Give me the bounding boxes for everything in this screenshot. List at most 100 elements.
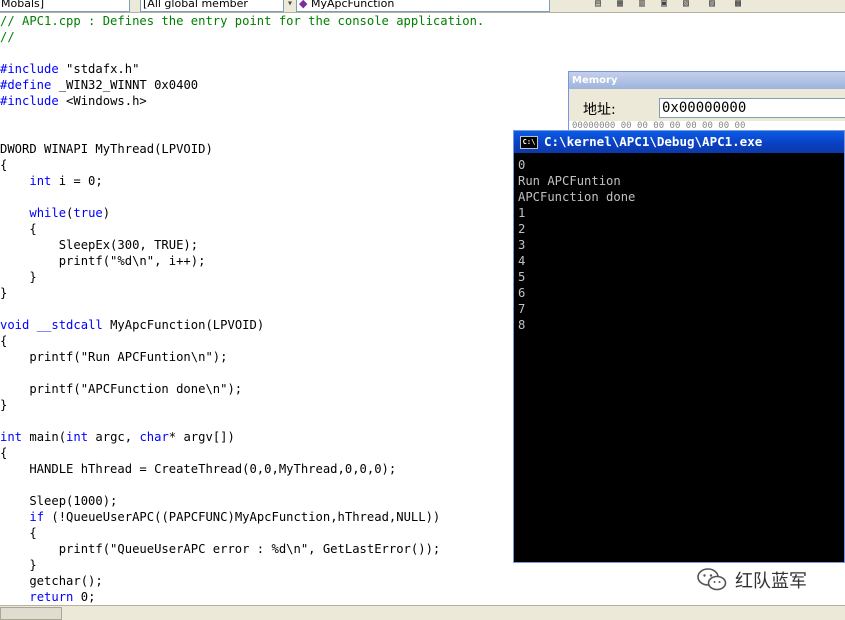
- horizontal-scrollbar[interactable]: [0, 607, 62, 620]
- code-line: while(true): [0, 205, 484, 221]
- code-line: #include "stdafx.h": [0, 61, 484, 77]
- source-code: // APC1.cpp : Defines the entry point fo…: [0, 13, 484, 605]
- code-line: DWORD WINAPI MyThread(LPVOID): [0, 141, 484, 157]
- memory-window-title: Memory: [569, 72, 845, 89]
- code-text: {: [0, 222, 37, 236]
- code-line: {: [0, 525, 484, 541]
- code-keyword: while: [29, 206, 67, 220]
- memory-window[interactable]: Memory 地址: 0x00000000 00000000 00 00 00 …: [568, 71, 845, 133]
- code-keyword: return: [29, 590, 74, 604]
- code-line: // APC1.cpp : Defines the entry point fo…: [0, 13, 484, 29]
- code-line: //: [0, 29, 484, 45]
- console-title: C:\kernel\APC1\Debug\APC1.exe: [544, 134, 763, 149]
- code-text: {: [0, 446, 8, 460]
- watch-icon[interactable]: ▦: [612, 0, 628, 10]
- code-text: HANDLE hThread = CreateThread(0,0,MyThre…: [0, 462, 397, 476]
- memory-icon[interactable]: ▧: [678, 0, 694, 10]
- code-text: {: [0, 334, 8, 348]
- code-line: HANDLE hThread = CreateThread(0,0,MyThre…: [0, 461, 484, 477]
- code-line: int main(int argc, char* argv[]): [0, 429, 484, 445]
- code-text: <Windows.h>: [58, 94, 147, 108]
- code-text: }: [0, 558, 37, 572]
- disassembly-icon[interactable]: ▩: [730, 0, 746, 10]
- code-keyword: char: [139, 430, 169, 444]
- code-text: printf("QueueUserAPC error : %d\n", GetL…: [0, 542, 441, 556]
- code-keyword: __stdcall: [36, 318, 103, 332]
- code-line: int i = 0;: [0, 173, 484, 189]
- code-line: printf("%d\n", i++);: [0, 253, 484, 269]
- console-output-line: 8: [518, 318, 526, 332]
- code-line: }: [0, 397, 484, 413]
- code-keyword: #include: [0, 62, 59, 76]
- code-text: _WIN32_WINNT 0x0400: [51, 78, 199, 92]
- ide-toolbar: Mobals] [All global member ▾ ◆ MyApcFunc…: [0, 0, 845, 13]
- watermark: 红队蓝军: [697, 567, 807, 593]
- console-output-line: 1: [518, 206, 526, 220]
- console-window[interactable]: C:\ C:\kernel\APC1\Debug\APC1.exe 0 Run A…: [513, 130, 845, 563]
- address-input[interactable]: 0x00000000: [659, 98, 845, 118]
- variables-icon[interactable]: ▥: [634, 0, 650, 10]
- wechat-logo-icon: [697, 568, 727, 591]
- code-keyword: void: [0, 318, 30, 332]
- console-output-line: 0: [518, 158, 526, 172]
- code-line: }: [0, 285, 484, 301]
- code-text: Sleep(1000);: [0, 494, 118, 508]
- code-line: void __stdcall MyApcFunction(LPVOID): [0, 317, 484, 333]
- code-line: SleepEx(300, TRUE);: [0, 237, 484, 253]
- code-text: main(: [22, 430, 67, 444]
- code-keyword: #include: [0, 94, 59, 108]
- console-output: 0 Run APCFuntion APCFunction done 1 2 3 4 5 6 7 8: [518, 157, 844, 562]
- console-output-line: 7: [518, 302, 526, 316]
- code-line: #include <Windows.h>: [0, 93, 484, 109]
- code-line: return 0;: [0, 589, 484, 605]
- code-keyword: int: [0, 430, 23, 444]
- class-combo[interactable]: Mobals]: [0, 0, 130, 12]
- console-output-line: 6: [518, 286, 526, 300]
- code-text: "stdafx.h": [58, 62, 140, 76]
- console-output-line: 4: [518, 254, 526, 268]
- console-title-bar[interactable]: C:\ C:\kernel\APC1\Debug\APC1.exe: [514, 131, 844, 153]
- code-text: printf("APCFunction done\n");: [0, 382, 243, 396]
- code-text: printf("Run APCFuntion\n");: [0, 350, 228, 364]
- code-text: }: [0, 398, 8, 412]
- code-text: * argv[]): [168, 430, 235, 444]
- code-text: 0;: [73, 590, 96, 604]
- code-text: (!QueueUserAPC((PAPCFUNC)MyApcFunction,h…: [44, 510, 441, 524]
- code-line: }: [0, 269, 484, 285]
- status-bar: [0, 605, 845, 620]
- code-line: printf("Run APCFuntion\n");: [0, 349, 484, 365]
- code-keyword: true: [73, 206, 103, 220]
- code-keyword: if: [29, 510, 45, 524]
- console-output-line: 5: [518, 270, 526, 284]
- code-text: getchar();: [0, 574, 103, 588]
- function-combo[interactable]: ◆ MyApcFunction: [296, 0, 550, 12]
- code-line: {: [0, 157, 484, 173]
- code-text: ): [102, 206, 111, 220]
- code-line: printf("QueueUserAPC error : %d\n", GetL…: [0, 541, 484, 557]
- code-text: {: [0, 158, 8, 172]
- code-text: printf("%d\n", i++);: [0, 254, 206, 268]
- watermark-text: 红队蓝军: [735, 571, 807, 592]
- code-text: MyApcFunction(LPVOID): [102, 318, 265, 332]
- function-combo-label: MyApcFunction: [310, 0, 395, 10]
- code-text: SleepEx(300, TRUE);: [0, 238, 199, 252]
- callstack-icon[interactable]: ▨: [704, 0, 720, 10]
- console-output-line: APCFunction done: [518, 190, 636, 204]
- members-combo[interactable]: [All global member: [140, 0, 284, 12]
- console-output-line: 3: [518, 238, 526, 252]
- registers-icon[interactable]: ▣: [656, 0, 672, 10]
- code-line: printf("APCFunction done\n");: [0, 381, 484, 397]
- wizard-bar-icon[interactable]: ▤: [590, 0, 606, 10]
- code-keyword: int: [29, 174, 52, 188]
- code-line: }: [0, 557, 484, 573]
- code-line: if (!QueueUserAPC((PAPCFUNC)MyApcFunctio…: [0, 509, 484, 525]
